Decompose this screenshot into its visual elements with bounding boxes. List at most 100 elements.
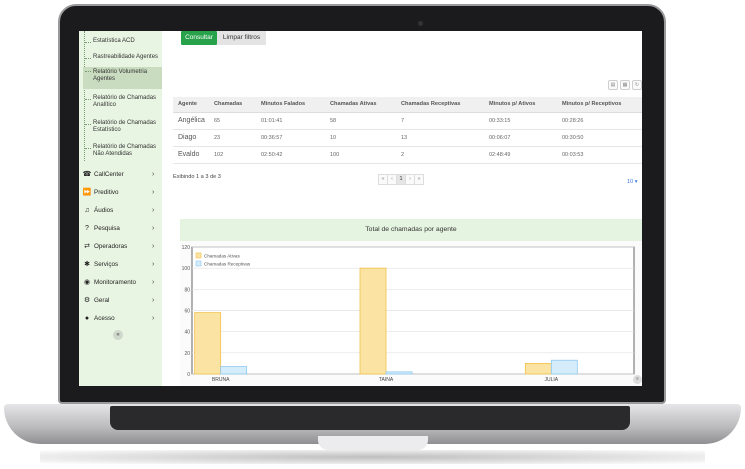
chart-menu-icon[interactable]: ≡ xyxy=(633,375,642,384)
sidebar-subitem-analitico[interactable]: Relatório de Chamadas Analítico xyxy=(83,95,162,109)
legend-swatch xyxy=(195,252,202,259)
table-row: Evaldo 102 02:50:42 100 2 02:48:49 00:03… xyxy=(173,146,642,164)
column-header[interactable]: Chamadas Receptivas xyxy=(396,97,484,113)
sidebar-item-servicos[interactable]: ✱ Serviços › xyxy=(79,256,162,272)
sidebar-item-label: Geral xyxy=(94,296,110,304)
column-header[interactable]: Agente xyxy=(173,97,209,113)
sidebar-subitem-nao-atendidas[interactable]: Relatório de Chamadas Não Atendidas xyxy=(83,144,162,158)
plug-icon: ⇄ xyxy=(84,243,90,250)
chevron-right-icon: › xyxy=(152,206,155,214)
sidebar-item-audios[interactable]: ♫ Áudios › xyxy=(79,202,162,218)
sidebar-subitem-rastreabilidade[interactable]: Rastreabilidade Agentes xyxy=(83,54,162,61)
cell-agente: Diago xyxy=(173,129,209,147)
table-header-row: Agente Chamadas Minutos Falados Chamadas… xyxy=(173,97,642,113)
cell: 02:48:49 xyxy=(484,146,557,164)
sidebar-item-geral[interactable]: ⚙ Geral › xyxy=(79,292,162,308)
column-header[interactable]: Chamadas Ativas xyxy=(325,97,396,113)
gears-icon: ⚙ xyxy=(83,297,91,304)
chevron-right-icon: › xyxy=(152,188,155,196)
legend-swatch xyxy=(195,260,202,267)
eye-icon: ◉ xyxy=(83,279,91,286)
bar-ativas xyxy=(524,363,552,375)
chart-area: 0 20 40 60 80 100 120 BRUNA TAINA JULIA Chamadas A… xyxy=(180,241,642,386)
chevron-right-icon: › xyxy=(152,260,155,268)
x-tick-label: JULIA xyxy=(545,377,559,383)
last-page-button[interactable]: » xyxy=(414,174,424,185)
y-tick-label: 40 xyxy=(184,330,190,336)
bar-receptivas xyxy=(550,359,578,375)
y-tick-label: 80 xyxy=(184,287,190,293)
consultar-button[interactable]: Consultar xyxy=(181,31,217,45)
cell: 01:01:41 xyxy=(256,112,325,130)
bar-ativas xyxy=(194,312,222,375)
sidebar-item-monitoramento[interactable]: ◉ Monitoramento › xyxy=(79,274,162,290)
cell: 7 xyxy=(396,112,484,130)
table-info-text: Exibindo 1 a 3 de 3 xyxy=(173,174,221,180)
sidebar-item-label: Pesquisa xyxy=(94,224,120,232)
user-icon: ● xyxy=(84,314,90,322)
x-tick-label: TAINA xyxy=(379,377,394,383)
cell: 13 xyxy=(396,129,484,147)
sidebar-subitem-estatistica-acd[interactable]: Estatística ACD xyxy=(83,38,162,45)
y-tick-label: 100 xyxy=(182,266,191,272)
cell: 58 xyxy=(325,112,396,130)
columns-icon[interactable]: ▦ xyxy=(620,80,630,90)
camera-icon xyxy=(418,21,423,26)
results-table: Agente Chamadas Minutos Falados Chamadas… xyxy=(173,97,642,164)
question-icon: ? xyxy=(85,224,89,232)
sidebar-subitem-estatistico[interactable]: Relatório de Chamadas Estatístico xyxy=(83,120,162,134)
column-header[interactable]: Minutos p/ Receptivos xyxy=(557,97,642,113)
sidebar-item-label: Áudios xyxy=(94,206,114,214)
sidebar-item-acesso[interactable]: ● Acesso › xyxy=(79,310,162,326)
limpar-filtros-button[interactable]: Limpar filtros xyxy=(217,31,266,45)
main-content: Consultar Limpar filtros ▤ ▦ ↻ Agente Ch… xyxy=(162,31,642,386)
sidebar-subitem-volumetria[interactable]: Relatório Volumetria Agentes xyxy=(83,67,162,89)
cell: 10 xyxy=(325,129,396,147)
sidebar-item-label: Acesso xyxy=(94,314,115,322)
cell: 100 xyxy=(325,146,396,164)
chevron-right-icon: › xyxy=(152,314,155,322)
column-header[interactable]: Minutos Falados xyxy=(256,97,325,113)
fast-forward-icon: ⏩ xyxy=(82,189,92,196)
cell-agente: Evaldo xyxy=(173,146,209,164)
cell: 00:30:50 xyxy=(557,129,642,147)
collapse-sidebar-button[interactable]: « xyxy=(113,330,123,340)
cell: 00:28:26 xyxy=(557,112,642,130)
sidebar-item-label: Monitoramento xyxy=(94,278,136,286)
refresh-icon[interactable]: ↻ xyxy=(632,80,642,90)
cell: 65 xyxy=(209,112,256,130)
bar-chart: 0 20 40 60 80 100 120 BRUNA TAINA JULIA Chamadas A… xyxy=(182,245,635,383)
laptop-hinge xyxy=(110,406,630,430)
laptop-shadow xyxy=(40,450,705,464)
sidebar-item-preditivo[interactable]: ⏩ Preditivo › xyxy=(79,184,162,200)
bar-ativas xyxy=(359,267,387,375)
chart-title: Total de chamadas por agente xyxy=(180,219,642,241)
y-tick-label: 0 xyxy=(187,372,190,378)
sidebar-item-label: CallCenter xyxy=(94,170,124,178)
cell: 23 xyxy=(209,129,256,147)
page-size-select[interactable]: 10 ▾ xyxy=(627,179,638,185)
cell: 00:06:07 xyxy=(484,129,557,147)
laptop-notch xyxy=(318,436,428,450)
cell: 02:50:42 xyxy=(256,146,325,164)
column-header[interactable]: Minutos p/ Ativos xyxy=(484,97,557,113)
sidebar-item-pesquisa[interactable]: ? Pesquisa › xyxy=(79,220,162,236)
legend-label: Chamadas Ativas xyxy=(204,254,240,259)
bar-receptivas xyxy=(220,366,248,375)
column-header[interactable]: Chamadas xyxy=(209,97,256,113)
export-icon[interactable]: ▤ xyxy=(608,80,618,90)
sidebar-item-operadoras[interactable]: ⇄ Operadoras › xyxy=(79,238,162,254)
cell: 2 xyxy=(396,146,484,164)
sidebar-item-label: Operadoras xyxy=(94,242,128,250)
y-tick-label: 60 xyxy=(184,309,190,315)
cell-agente: Angélica xyxy=(173,112,209,130)
music-icon: ♫ xyxy=(84,206,90,214)
bar-receptivas xyxy=(385,371,413,375)
legend-label: Chamadas Receptivas xyxy=(204,262,251,267)
cell: 102 xyxy=(209,146,256,164)
sidebar-item-label: Preditivo xyxy=(94,188,119,196)
laptop-frame: Estatística ACD Rastreabilidade Agentes … xyxy=(0,0,745,469)
screen: Estatística ACD Rastreabilidade Agentes … xyxy=(79,31,642,386)
cell: 00:36:57 xyxy=(256,129,325,147)
sidebar-item-callcenter[interactable]: ☎ CallCenter › xyxy=(79,166,162,182)
